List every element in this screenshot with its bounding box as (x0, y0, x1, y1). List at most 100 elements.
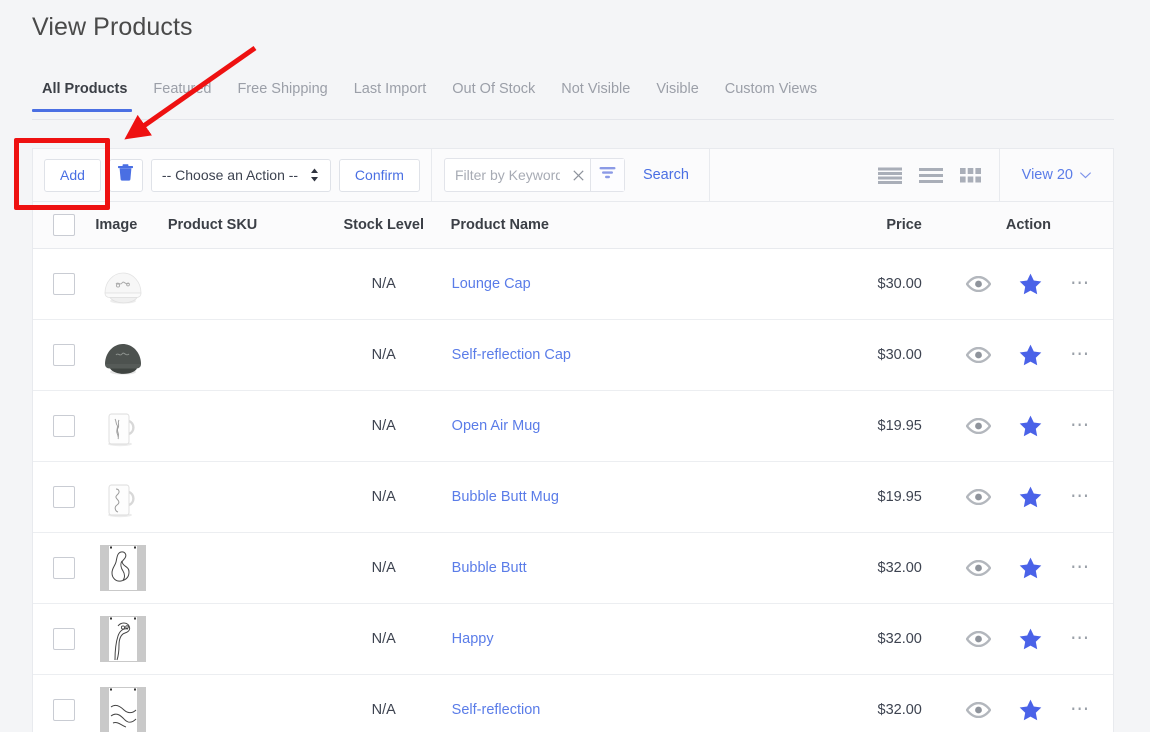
more-actions-icon[interactable]: ⋯ (1070, 274, 1091, 293)
table-toolbar: Add -- Choose an Action -- Confirm Filte… (33, 148, 1113, 202)
row-image-cell (95, 248, 168, 320)
tab-label: All Products (42, 81, 128, 97)
more-actions-icon[interactable]: ⋯ (1070, 345, 1091, 364)
filter-icon (599, 166, 616, 184)
more-actions-icon[interactable]: ⋯ (1070, 629, 1091, 648)
eye-icon[interactable] (966, 489, 992, 505)
row-name-cell: Bubble Butt Mug (450, 461, 743, 533)
table-row: N/A Self-reflection Cap $30.00 ⋯ (33, 319, 1113, 391)
table-head: Image Product SKU Stock Level Product Na… (33, 202, 1113, 249)
row-stock: N/A (316, 603, 451, 675)
header-sku: Product SKU (167, 202, 317, 249)
row-checkbox[interactable] (53, 557, 76, 579)
row-name-cell: Self-reflection (450, 674, 743, 732)
tab-custom-views[interactable]: Custom Views (712, 82, 830, 111)
product-name-link[interactable]: Bubble Butt (452, 560, 527, 576)
row-checkbox[interactable] (53, 344, 76, 366)
row-price: $32.00 (742, 532, 944, 604)
add-button[interactable]: Add (44, 158, 101, 192)
product-thumbnail (96, 541, 166, 595)
row-checkbox[interactable] (53, 628, 76, 650)
grid-view-icon[interactable] (959, 167, 981, 183)
product-thumbnail (96, 683, 166, 732)
star-icon[interactable] (1019, 415, 1042, 437)
row-checkbox[interactable] (53, 273, 76, 295)
tab-featured[interactable]: Featured (140, 82, 224, 111)
products-card: Add -- Choose an Action -- Confirm Filte… (32, 148, 1114, 732)
star-icon[interactable] (1019, 699, 1042, 721)
more-actions-icon[interactable]: ⋯ (1070, 700, 1091, 719)
chevron-down-icon (1080, 167, 1091, 183)
eye-icon[interactable] (966, 631, 992, 647)
row-image-cell (95, 674, 168, 732)
tab-all-products[interactable]: All Products (32, 82, 140, 111)
product-name-link[interactable]: Self-reflection (452, 702, 541, 718)
row-price: $32.00 (742, 603, 944, 675)
product-name-link[interactable]: Open Air Mug (452, 418, 541, 434)
toolbar-left-group: Add -- Choose an Action -- Confirm (33, 149, 431, 201)
tab-last-import[interactable]: Last Import (341, 82, 440, 111)
clear-filter-icon[interactable] (568, 159, 590, 191)
row-actions-cell: ⋯ (943, 532, 1113, 604)
row-stock: N/A (316, 674, 451, 732)
row-select-cell (33, 674, 96, 732)
row-select-cell (33, 248, 96, 320)
eye-icon[interactable] (966, 418, 992, 434)
tab-out-of-stock[interactable]: Out Of Stock (439, 82, 548, 111)
product-thumbnail (96, 399, 166, 453)
tab-free-shipping[interactable]: Free Shipping (224, 82, 340, 111)
search-button[interactable]: Search (635, 167, 697, 183)
filter-input[interactable] (444, 159, 568, 191)
tab-visible[interactable]: Visible (643, 82, 711, 111)
action-select[interactable]: -- Choose an Action -- (150, 158, 331, 192)
product-name-link[interactable]: Bubble Butt Mug (452, 489, 559, 505)
star-icon[interactable] (1019, 486, 1042, 508)
delete-button[interactable] (108, 158, 143, 192)
more-actions-icon[interactable]: ⋯ (1070, 416, 1091, 435)
eye-icon[interactable] (966, 347, 992, 363)
row-price: $19.95 (742, 390, 944, 462)
table-body: N/A Lounge Cap $30.00 ⋯ N/A Self-reflect… (33, 248, 1113, 732)
view-count-label: View 20 (1021, 167, 1073, 183)
tab-not-visible[interactable]: Not Visible (548, 82, 643, 111)
product-thumbnail (96, 612, 166, 666)
eye-icon[interactable] (966, 560, 992, 576)
header-stock: Stock Level (316, 202, 451, 249)
row-select-cell (33, 390, 96, 462)
trash-icon (118, 164, 134, 186)
row-checkbox[interactable] (53, 699, 76, 721)
filter-group (443, 158, 625, 192)
star-icon[interactable] (1019, 273, 1042, 295)
list-view-icon[interactable] (877, 167, 902, 184)
star-icon[interactable] (1019, 628, 1042, 650)
filter-options-button[interactable] (589, 159, 624, 191)
eye-icon[interactable] (966, 276, 992, 292)
more-actions-icon[interactable]: ⋯ (1070, 558, 1091, 577)
row-actions-cell: ⋯ (943, 390, 1113, 462)
row-price: $30.00 (742, 319, 944, 391)
table-header-row: Image Product SKU Stock Level Product Na… (33, 202, 1113, 249)
compact-list-view-icon[interactable] (918, 167, 943, 183)
row-image-cell (95, 461, 168, 533)
header-select-all (33, 202, 96, 249)
row-sku (167, 603, 317, 675)
confirm-button[interactable]: Confirm (338, 158, 420, 192)
tab-label: Featured (153, 81, 212, 97)
row-checkbox[interactable] (53, 486, 76, 508)
star-icon[interactable] (1019, 344, 1042, 366)
eye-icon[interactable] (966, 702, 992, 718)
star-icon[interactable] (1019, 557, 1042, 579)
product-thumbnail (96, 257, 166, 311)
select-all-checkbox[interactable] (53, 214, 76, 236)
row-sku (167, 532, 317, 604)
row-stock: N/A (316, 390, 451, 462)
product-name-link[interactable]: Happy (452, 631, 494, 647)
product-name-link[interactable]: Self-reflection Cap (452, 347, 571, 363)
row-actions-cell: ⋯ (943, 674, 1113, 732)
view-count-dropdown[interactable]: View 20 (1000, 149, 1113, 201)
table-row: N/A Bubble Butt $32.00 ⋯ (33, 532, 1113, 604)
row-checkbox[interactable] (53, 415, 76, 437)
row-select-cell (33, 603, 96, 675)
product-name-link[interactable]: Lounge Cap (452, 276, 531, 292)
more-actions-icon[interactable]: ⋯ (1070, 487, 1091, 506)
